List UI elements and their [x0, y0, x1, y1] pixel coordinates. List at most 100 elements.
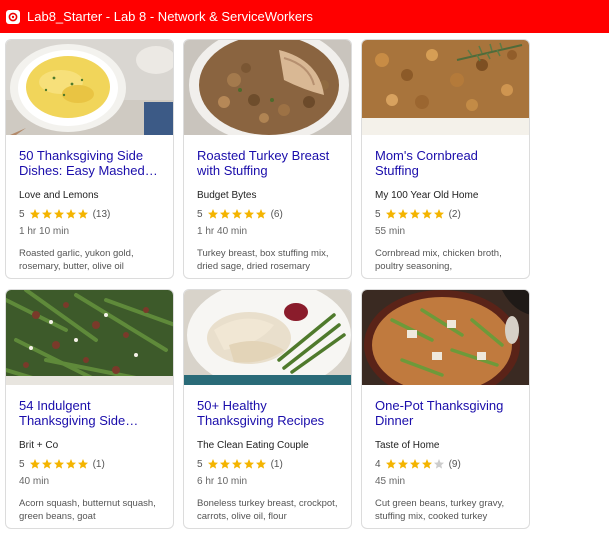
review-count: (13): [92, 208, 111, 220]
recipe-rating: 5 (1): [197, 457, 338, 471]
recipe-org: My 100 Year Old Home: [375, 190, 479, 201]
recipe-org: Budget Bytes: [197, 190, 257, 201]
star-icon: [77, 209, 88, 219]
recipe-thumbnail[interactable]: [6, 290, 173, 385]
star-icon: [385, 209, 396, 219]
recipe-ingredients: Acorn squash, butternut squash, green be…: [19, 498, 156, 522]
star-icon: [385, 459, 396, 469]
star-icon: [219, 209, 230, 219]
recipe-ingredients: Cornbread mix, chicken broth, poultry se…: [375, 248, 502, 272]
star-icon: [255, 459, 266, 469]
star-icon: [53, 459, 64, 469]
star-icon: [421, 459, 432, 469]
star-rating: [385, 208, 445, 220]
recipe-card[interactable]: 50+ Healthy Thanksgiving Recipes The Cle…: [183, 289, 352, 529]
recipe-rating: 5 (13): [19, 207, 160, 221]
star-icon: [65, 459, 76, 469]
recipe-ingredients: Boneless turkey breast, crockpot, carrot…: [197, 498, 338, 522]
recipe-ingredients: Turkey breast, box stuffing mix, dried s…: [197, 248, 329, 272]
star-icon: [65, 209, 76, 219]
review-count: (9): [448, 458, 461, 470]
star-icon: [243, 459, 254, 469]
recipe-thumbnail[interactable]: [6, 40, 173, 135]
rating-value: 4: [375, 458, 381, 470]
star-rating: [29, 458, 89, 470]
window-titlebar: Lab8_Starter - Lab 8 - Network & Service…: [0, 0, 609, 33]
star-rating: [207, 208, 267, 220]
rating-value: 5: [19, 208, 25, 220]
rating-value: 5: [197, 208, 203, 220]
review-count: (6): [270, 208, 283, 220]
recipe-rating: 5 (6): [197, 207, 338, 221]
recipe-rating: 5 (2): [375, 207, 516, 221]
recipe-card[interactable]: Mom's Cornbread Stuffing My 100 Year Old…: [361, 39, 530, 279]
recipe-title[interactable]: One-Pot Thanksgiving Dinner: [375, 398, 516, 430]
app-icon: [6, 9, 20, 24]
star-icon: [421, 209, 432, 219]
review-count: (1): [92, 458, 105, 470]
star-rating: [207, 458, 267, 470]
star-rating: [385, 458, 445, 470]
recipe-thumbnail[interactable]: [362, 290, 529, 385]
star-icon: [41, 459, 52, 469]
star-icon: [409, 209, 420, 219]
star-icon: [231, 459, 242, 469]
star-icon: [29, 459, 40, 469]
star-icon: [219, 459, 230, 469]
recipe-thumbnail[interactable]: [362, 40, 529, 135]
one-pot-image: [362, 290, 529, 385]
recipe-title[interactable]: 50 Thanksgiving Side Dishes: Easy Mashed…: [19, 148, 160, 180]
recipe-title[interactable]: Roasted Turkey Breast with Stuffing: [197, 148, 338, 180]
recipe-card[interactable]: 50 Thanksgiving Side Dishes: Easy Mashed…: [5, 39, 174, 279]
recipe-rating: 5 (1): [19, 457, 160, 471]
recipe-card[interactable]: 54 Indulgent Thanksgiving Side… Brit + C…: [5, 289, 174, 529]
green-beans-image: [6, 290, 173, 385]
star-icon: [77, 459, 88, 469]
turkey-stuffing-image: [184, 40, 351, 135]
star-icon: [207, 459, 218, 469]
recipe-title[interactable]: 50+ Healthy Thanksgiving Recipes: [197, 398, 338, 430]
recipe-ingredients: Roasted garlic, yukon gold, rosemary, bu…: [19, 248, 134, 272]
star-icon: [433, 459, 444, 469]
star-icon: [207, 209, 218, 219]
recipe-card[interactable]: Roasted Turkey Breast with Stuffing Budg…: [183, 39, 352, 279]
star-icon: [53, 209, 64, 219]
recipe-time: 1 hr 10 min: [19, 226, 70, 237]
recipe-rating: 4 (9): [375, 457, 516, 471]
recipe-grid: 50 Thanksgiving Side Dishes: Easy Mashed…: [5, 39, 530, 529]
recipe-org: Love and Lemons: [19, 190, 99, 201]
star-icon: [243, 209, 254, 219]
recipe-ingredients: Cut green beans, turkey gravy, stuffing …: [375, 498, 505, 522]
recipe-org: The Clean Eating Couple: [197, 440, 309, 451]
recipe-title[interactable]: 54 Indulgent Thanksgiving Side…: [19, 398, 160, 430]
star-icon: [397, 459, 408, 469]
recipe-org: Taste of Home: [375, 440, 440, 451]
turkey-plate-image: [184, 290, 351, 385]
recipe-title[interactable]: Mom's Cornbread Stuffing: [375, 148, 516, 180]
recipe-card[interactable]: One-Pot Thanksgiving Dinner Taste of Hom…: [361, 289, 530, 529]
star-rating: [29, 208, 89, 220]
window-title: Lab8_Starter - Lab 8 - Network & Service…: [27, 9, 313, 24]
rating-value: 5: [375, 208, 381, 220]
recipe-org: Brit + Co: [19, 440, 59, 451]
review-count: (1): [270, 458, 283, 470]
recipe-thumbnail[interactable]: [184, 290, 351, 385]
recipe-time: 40 min: [19, 476, 50, 487]
star-icon: [231, 209, 242, 219]
review-count: (2): [448, 208, 461, 220]
rating-value: 5: [197, 458, 203, 470]
star-icon: [29, 209, 40, 219]
recipe-time: 6 hr 10 min: [197, 476, 248, 487]
mashed-potatoes-image: [6, 40, 173, 135]
cornbread-stuffing-image: [362, 40, 529, 135]
star-icon: [409, 459, 420, 469]
star-icon: [397, 209, 408, 219]
recipe-time: 45 min: [375, 476, 406, 487]
star-icon: [41, 209, 52, 219]
recipe-time: 55 min: [375, 226, 406, 237]
recipe-thumbnail[interactable]: [184, 40, 351, 135]
star-icon: [255, 209, 266, 219]
rating-value: 5: [19, 458, 25, 470]
star-icon: [433, 209, 444, 219]
recipe-time: 1 hr 40 min: [197, 226, 248, 237]
